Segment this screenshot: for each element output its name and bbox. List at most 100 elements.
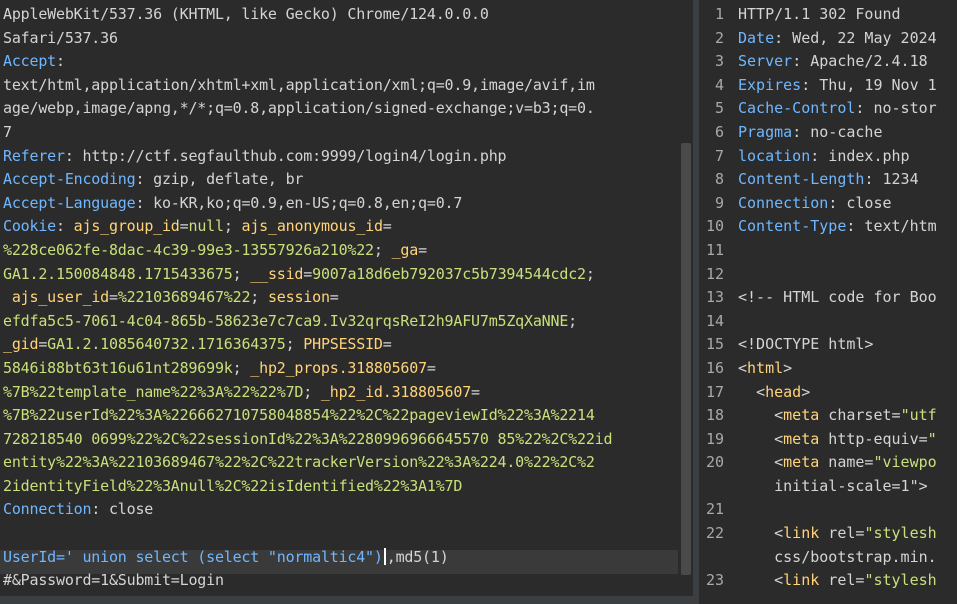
response-line: 6 Pragma: no-cache xyxy=(699,121,937,145)
request-line: ajs_user_id=%22103689467%22; session= xyxy=(3,286,681,310)
response-line-text: <!-- HTML code for Boo xyxy=(738,286,937,310)
cookie-name: _ga xyxy=(391,240,419,259)
line-number: 19 xyxy=(705,429,724,448)
response-line-text: Date: Wed, 22 May 2024 xyxy=(738,27,937,51)
line-number: 10 xyxy=(705,217,724,236)
line-number: 12 xyxy=(705,264,724,283)
html-attribute: name= xyxy=(819,453,874,472)
separator: ; xyxy=(232,358,251,377)
response-line: initial-scale=1"> xyxy=(699,475,937,499)
separator: ; xyxy=(568,311,578,330)
html-tag: meta xyxy=(783,429,820,448)
header-name: Connection xyxy=(3,500,92,519)
tag-bracket: < xyxy=(774,453,784,472)
response-line-text: Server: Apache/2.4.18 xyxy=(738,50,928,74)
separator: = xyxy=(108,288,118,307)
request-line: %7B%22template_name%22%3A%22%22%7D; _hp2… xyxy=(3,381,681,405)
response-line: 14 xyxy=(699,310,937,334)
cookie-value: %228ce062fe-8dac-4c39-99e3-13557926a210%… xyxy=(3,240,374,259)
tag-bracket: < xyxy=(756,382,766,401)
request-line: entity%22%3A%22103689467%22%2C%22tracker… xyxy=(3,451,681,475)
response-line: 7 location: index.php xyxy=(699,145,937,169)
line-number: 9 xyxy=(714,193,724,212)
response-line-text: <meta http-equiv=" xyxy=(738,428,937,452)
response-viewer-pane[interactable]: 1 HTTP/1.1 302 Found 2 Date: Wed, 22 May 20… xyxy=(699,0,957,604)
response-line-text: <link rel="stylesh xyxy=(738,569,937,593)
response-line-text: <head> xyxy=(738,381,810,405)
response-line: 21 xyxy=(699,498,937,522)
header-name: Referer xyxy=(3,146,65,165)
separator: = xyxy=(426,358,436,377)
header-name: Accept xyxy=(3,52,56,71)
request-line: UserId=' union select (select "normaltic… xyxy=(3,546,681,570)
response-line: css/bootstrap.min. xyxy=(699,546,937,570)
request-text-segment: age/webp,image/apng,*/*;q=0.8,applicatio… xyxy=(3,99,595,118)
request-line xyxy=(3,522,681,546)
cookie-value: 728218540 0699%22%2C%22sessionId%22%3A%2… xyxy=(3,429,613,448)
line-number xyxy=(699,546,738,570)
request-line: Referer: http://ctf.segfaulthub.com:9999… xyxy=(3,145,681,169)
request-editor-pane[interactable]: AppleWebKit/537.36 (KHTML, like Gecko) C… xyxy=(0,0,693,604)
request-line: Accept: xyxy=(3,50,681,74)
cookie-name: _hp2_id.318805607 xyxy=(320,382,472,401)
separator: ; xyxy=(285,335,304,354)
header-name: Cache-Control xyxy=(738,99,856,118)
line-number: 2 xyxy=(714,28,724,47)
response-line-text: Content-Length: 1234 xyxy=(738,168,919,192)
cookie-name: session xyxy=(267,288,330,307)
line-number: 14 xyxy=(705,311,724,330)
response-line: 8 Content-Length: 1234 xyxy=(699,168,937,192)
request-line: _gid=GA1.2.1085640732.1716364375; PHPSES… xyxy=(3,333,681,357)
line-number: 23 xyxy=(705,571,724,590)
response-line-text: location: index.php xyxy=(738,145,910,169)
html-tag: link xyxy=(783,524,820,543)
tag-bracket: < xyxy=(774,429,784,448)
response-line: 22 <link rel="stylesh xyxy=(699,522,937,546)
response-line: 4 Expires: Thu, 19 Nov 1 xyxy=(699,74,937,98)
header-name: Accept-Language xyxy=(3,193,136,212)
separator: = xyxy=(303,264,313,283)
header-value: : ko-KR,ko;q=0.9,en-US;q=0.8,en;q=0.7 xyxy=(135,193,463,212)
html-tag: html xyxy=(747,358,784,377)
html-tag: head xyxy=(765,382,802,401)
line-number xyxy=(699,475,738,499)
html-attribute: rel= xyxy=(819,571,865,590)
request-line: GA1.2.150084848.1715433675; __ssid=9007a… xyxy=(3,263,681,287)
line-number: 4 xyxy=(714,75,724,94)
response-line: 11 xyxy=(699,239,937,263)
separator: = xyxy=(418,240,427,259)
tag-bracket: > xyxy=(801,382,811,401)
header-name: Pragma xyxy=(738,122,793,141)
response-line: 15 <!DOCTYPE html> xyxy=(699,333,937,357)
request-line: Accept-Encoding: gzip, deflate, br xyxy=(3,168,681,192)
separator: = xyxy=(38,335,48,354)
header-name: Expires xyxy=(738,75,802,94)
separator: = xyxy=(382,217,392,236)
request-vertical-scrollbar[interactable] xyxy=(681,143,691,575)
separator: ; xyxy=(303,382,321,401)
response-line-text: <meta name="viewpo xyxy=(738,451,937,475)
request-text[interactable]: AppleWebKit/537.36 (KHTML, like Gecko) C… xyxy=(3,3,681,593)
request-horizontal-scrollbar[interactable] xyxy=(0,596,693,604)
header-name: Server xyxy=(738,52,793,71)
request-line: 7 xyxy=(3,121,681,145)
line-number: 21 xyxy=(705,500,724,519)
tag-bracket: < xyxy=(774,524,784,543)
separator: = xyxy=(179,217,189,236)
cookie-name: __ssid xyxy=(250,264,304,283)
cookie-value: %7B%22template_name%22%3A%22%22%7D xyxy=(3,382,304,401)
request-line: age/webp,image/apng,*/*;q=0.8,applicatio… xyxy=(3,97,681,121)
request-line: Connection: close xyxy=(3,498,681,522)
response-line: 17 <head> xyxy=(699,381,937,405)
response-line: 5 Cache-Control: no-stor xyxy=(699,97,937,121)
response-text-segment: <!-- HTML code for Boo xyxy=(738,288,937,307)
response-line: 20 <meta name="viewpo xyxy=(699,451,937,475)
header-name: Content-Type xyxy=(738,217,847,236)
request-line: 728218540 0699%22%2C%22sessionId%22%3A%2… xyxy=(3,428,681,452)
header-value: : text/htm xyxy=(846,217,937,236)
line-number: 18 xyxy=(705,406,724,425)
